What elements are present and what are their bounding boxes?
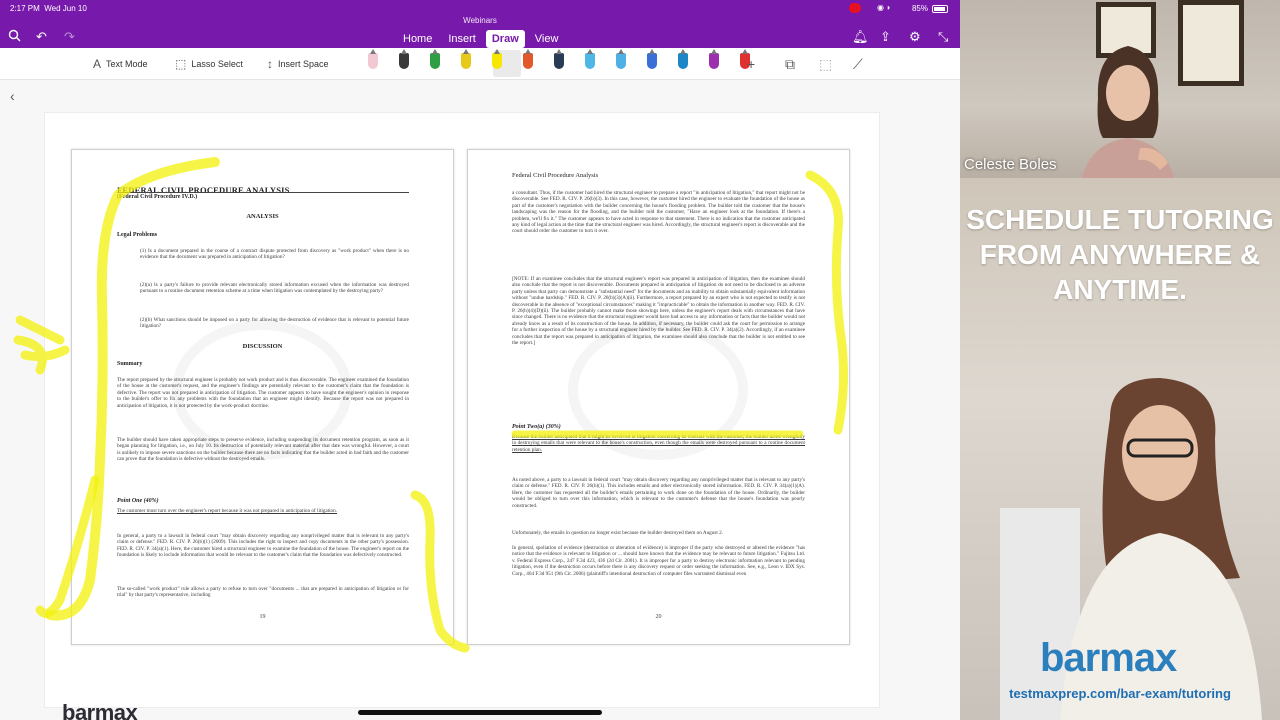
- right-paragraph-5: In general, spoliation of evidence (dest…: [512, 545, 805, 577]
- tutoring-ad: SCHEDULE TUTORING FROM ANYWHERE & ANYTIM…: [960, 178, 1280, 720]
- point-two-statement: Because the builder anticipated that it …: [512, 434, 805, 453]
- page-number-right: 20: [655, 614, 662, 620]
- share-icon[interactable]: ⇪: [880, 29, 891, 45]
- summary-paragraph-1: The report prepared by the structural en…: [117, 377, 409, 409]
- title-rule: [117, 192, 409, 193]
- presenter-panel: Celeste Boles SCHEDULE TUTORING FROM ANY…: [960, 0, 1280, 720]
- text-mode-icon: A: [93, 57, 102, 71]
- presenter-figure: [1081, 46, 1175, 178]
- add-pen-icon[interactable]: +: [747, 56, 755, 72]
- analysis-heading: ANALYSIS: [246, 213, 279, 220]
- pen-10[interactable]: [647, 53, 657, 69]
- document-page-left: FEDERAL CIVIL PROCEDURE ANALYSIS (Federa…: [71, 149, 454, 645]
- body-paragraph-1: In general, a party to a lawsuit in fede…: [117, 533, 409, 559]
- ad-headline: SCHEDULE TUTORING FROM ANYWHERE & ANYTIM…: [966, 204, 1274, 305]
- pen-7[interactable]: [554, 53, 564, 69]
- right-paragraph-3: As noted above, a party to a lawsuit in …: [512, 477, 805, 509]
- tab-insert[interactable]: Insert: [442, 30, 482, 48]
- running-head: Federal Civil Procedure Analysis: [512, 172, 599, 179]
- tab-view[interactable]: View: [529, 30, 565, 48]
- point-two-heading: Point Two(a) (30%): [512, 424, 561, 430]
- status-time: 2:17 PM Wed Jun 10: [10, 4, 87, 13]
- ribbon-tabs: Home Insert Draw View: [397, 30, 564, 48]
- legal-problem-2a: (2)(a) Is a party's failure to provide r…: [140, 282, 409, 295]
- legal-problem-2b: (2)(b) What sanctions should be imposed …: [140, 317, 409, 330]
- undo-icon[interactable]: ↶: [36, 29, 47, 45]
- pen-11[interactable]: [678, 53, 688, 69]
- search-icon[interactable]: [8, 29, 21, 45]
- redo-icon[interactable]: ↷: [64, 29, 75, 45]
- ink-to-shape-icon[interactable]: ⬚: [819, 56, 832, 73]
- pen-5[interactable]: [492, 53, 502, 69]
- document-subtitle: (Federal Civil Procedure IV.D.): [117, 194, 198, 200]
- bell-icon[interactable]: 🔔︎: [852, 29, 869, 45]
- lasso-icon: ⬚: [175, 57, 187, 71]
- insert-space-label: Insert Space: [278, 59, 329, 69]
- tab-draw[interactable]: Draw: [485, 30, 525, 48]
- battery-icon: [932, 4, 948, 13]
- presenter-name: Celeste Boles: [964, 156, 1057, 173]
- ruler-icon[interactable]: ⟋: [853, 56, 863, 73]
- tab-home[interactable]: Home: [397, 30, 438, 48]
- insert-space-icon: ↕: [267, 57, 273, 71]
- fullscreen-icon[interactable]: ⤡: [938, 29, 948, 45]
- legal-problem-1: (1) Is a document prepared in the course…: [140, 248, 409, 261]
- pen-2[interactable]: [399, 53, 409, 69]
- pen-1[interactable]: [368, 53, 378, 69]
- right-paragraph-2: [NOTE: If an examinee concludes that the…: [512, 276, 805, 347]
- page-number-left: 19: [259, 614, 266, 620]
- shapes-icon[interactable]: ⧉: [785, 56, 795, 73]
- draw-toolbar: A Text Mode ⬚ Lasso Select ↕ Insert Spac…: [0, 48, 960, 80]
- document-page-right: Federal Civil Procedure Analysis a consu…: [467, 149, 850, 645]
- legal-problems-heading: Legal Problems: [117, 232, 158, 238]
- app-top-bar: 2:17 PM Wed Jun 10 ◉ ◗ 85% Webinars ↶ ↷ …: [0, 0, 960, 48]
- text-mode-button[interactable]: A Text Mode: [93, 57, 148, 71]
- pen-9[interactable]: [616, 53, 626, 69]
- lasso-select-label: Lasso Select: [191, 59, 243, 69]
- gear-icon[interactable]: ⚙: [909, 29, 921, 45]
- insert-space-button[interactable]: ↕ Insert Space: [267, 57, 329, 71]
- right-paragraph-1: a consultant. Thus, if the customer had …: [512, 190, 805, 235]
- wifi-icon: ◉ ◗: [877, 3, 892, 12]
- text-mode-label: Text Mode: [106, 59, 148, 69]
- pen-3[interactable]: [430, 53, 440, 69]
- body-paragraph-2: The so-called "work product" rule allows…: [117, 586, 409, 599]
- notebook-title: Webinars: [463, 16, 497, 25]
- pen-6[interactable]: [523, 53, 533, 69]
- summary-paragraph-2: The builder should have taken appropriat…: [117, 437, 409, 463]
- onenote-app: 2:17 PM Wed Jun 10 ◉ ◗ 85% Webinars ↶ ↷ …: [0, 0, 960, 720]
- pen-12[interactable]: [709, 53, 719, 69]
- tutoring-url-link[interactable]: testmaxprep.com/bar-exam/tutoring: [960, 686, 1280, 701]
- screen-recording-icon: [849, 3, 861, 13]
- right-paragraph-4: Unfortunately, the emails in question no…: [512, 530, 724, 536]
- pen-8[interactable]: [585, 53, 595, 69]
- battery-status: 85%: [912, 4, 948, 13]
- barmax-logo-bottom: barmax: [62, 700, 138, 720]
- barmax-logo: barmax: [1040, 636, 1177, 680]
- webcam-video: Celeste Boles: [960, 0, 1280, 178]
- lasso-select-button[interactable]: ⬚ Lasso Select: [175, 57, 243, 71]
- point-one-heading: Point One (40%): [117, 498, 159, 504]
- summary-heading: Summary: [117, 361, 143, 367]
- discussion-heading: DISCUSSION: [242, 343, 283, 350]
- back-arrow-icon[interactable]: ‹: [10, 88, 15, 104]
- pen-4[interactable]: [461, 53, 471, 69]
- home-indicator: [358, 710, 602, 715]
- point-one-statement: The customer must turn over the engineer…: [117, 508, 338, 514]
